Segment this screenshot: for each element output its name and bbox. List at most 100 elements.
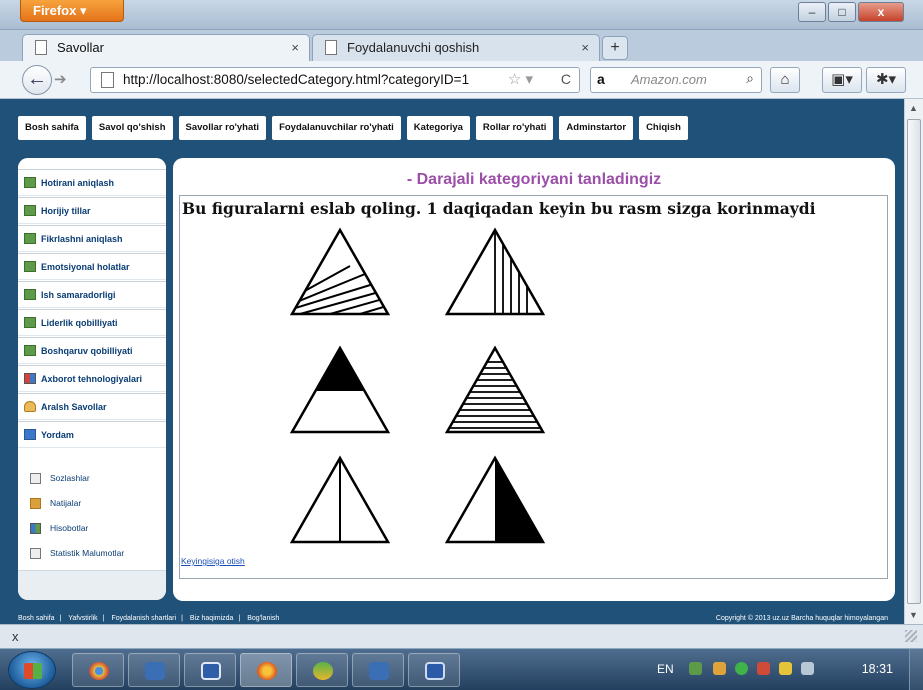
footer-link-yafvstirlik[interactable]: Yafvstirlik — [68, 615, 97, 622]
sidebar-item-sozlashlar[interactable]: Sozlashlar — [18, 467, 166, 491]
network-icon[interactable] — [689, 662, 702, 675]
taskbar-eclipse[interactable] — [296, 653, 348, 687]
menu-kategoriya[interactable]: Kategoriya — [406, 116, 470, 140]
triangle-filled-top-icon — [289, 345, 391, 434]
menu-savollar-royhati[interactable]: Savollar ro'yhati — [178, 116, 267, 140]
forward-button[interactable]: ➔ — [54, 69, 80, 91]
scroll-up-icon[interactable]: ▲ — [909, 103, 918, 113]
sidebar-item-label: Liderlik qobilliyati — [41, 318, 118, 328]
sidebar-item-liderlik-qobilliyati[interactable]: Liderlik qobilliyati — [18, 309, 166, 336]
start-button[interactable] — [8, 651, 56, 689]
menu-bosh-sahifa[interactable]: Bosh sahifa — [18, 116, 86, 140]
sidebar-item-label: Statistik Malumotlar — [50, 548, 125, 558]
back-button[interactable]: ← — [22, 65, 52, 95]
person-icon — [24, 401, 36, 412]
close-tab-icon[interactable]: × — [581, 40, 589, 55]
new-tab-button[interactable]: + — [602, 36, 628, 60]
sidebar-item-hotirani-aniqlash[interactable]: Hotirani aniqlash — [18, 169, 166, 196]
page-footer: Bosh sahifa | Yafvstirlik | Foydalanish sh… — [18, 615, 888, 622]
security-icon[interactable] — [757, 662, 770, 675]
taskbar-chrome[interactable] — [72, 653, 124, 687]
close-tab-icon[interactable]: × — [291, 40, 299, 55]
page-title: - Darajali kategoriyani tanladingiz — [406, 171, 662, 188]
menu-savol-qoshish[interactable]: Savol qo'shish — [91, 116, 173, 140]
menu-adminstartor[interactable]: Adminstartor — [559, 116, 634, 140]
taskbar-save[interactable] — [184, 653, 236, 687]
footer-link-bosh-sahifa[interactable]: Bosh sahifa — [18, 615, 55, 622]
tray-app-icon[interactable] — [713, 662, 726, 675]
search-bar[interactable]: a Amazon.com ⌕ — [590, 67, 762, 93]
sidebar-item-natijalar[interactable]: Natijalar — [18, 492, 166, 516]
sidebar-item-label: Emotsiyonal holatlar — [41, 262, 130, 272]
maximize-button[interactable]: □ — [828, 2, 856, 22]
taskbar-app[interactable] — [128, 653, 180, 687]
table-icon — [24, 317, 36, 328]
menu-chiqish[interactable]: Chiqish — [639, 116, 688, 140]
window-titlebar: Firefox ▾ – □ x — [0, 0, 923, 30]
bookmark-star-icon[interactable]: ☆ ▾ — [508, 70, 533, 88]
figures-image — [289, 227, 546, 544]
triangle-horizontal-stripes-icon — [444, 345, 546, 434]
sidebar-item-axborot-tehnologiyalari[interactable]: Axborot tehnologiyalari — [18, 365, 166, 392]
footer-link-biz-haqimizda[interactable]: Biz haqimizda — [190, 615, 234, 622]
vertical-scrollbar[interactable]: ▲ ▼ — [904, 99, 923, 624]
sidebar-item-emotsiyonal-holatlar[interactable]: Emotsiyonal holatlar — [18, 253, 166, 280]
close-window-button[interactable]: x — [858, 2, 904, 22]
sidebar-footer — [18, 570, 166, 600]
settings-icon — [30, 473, 41, 484]
next-question-link[interactable]: Keyingisiga otish — [181, 556, 245, 566]
taskbar-app-2[interactable] — [352, 653, 404, 687]
sidebar-item-fikrlashni-aniqlash[interactable]: Fikrlashni aniqlash — [18, 225, 166, 252]
scroll-down-icon[interactable]: ▼ — [909, 610, 918, 620]
navigation-bar: ← ➔ http://localhost:8080/selectedCatego… — [0, 61, 923, 99]
clock[interactable]: 18:31 — [862, 662, 893, 676]
tab-savollar[interactable]: Savollar × — [22, 34, 310, 61]
page-icon — [325, 40, 337, 55]
sidebar-item-boshqaruv-qobilliyati[interactable]: Boshqaruv qobilliyati — [18, 337, 166, 364]
bookmarks-button[interactable]: ▣▾ — [822, 67, 862, 93]
sidebar-item-yordam[interactable]: Yordam — [18, 421, 166, 448]
sidebar-item-horijiy-tillar[interactable]: Horijiy tillar — [18, 197, 166, 224]
search-placeholder: Amazon.com — [631, 72, 707, 87]
sidebar-item-label: Ish samaradorligi — [41, 290, 116, 300]
amazon-icon[interactable]: a — [597, 71, 605, 87]
menu-rollar-royhati[interactable]: Rollar ro'yhati — [475, 116, 554, 140]
app-icon — [369, 662, 389, 680]
sidebar-item-aralsh-savollar[interactable]: Aralsh Savollar — [18, 393, 166, 420]
page-viewport: Bosh sahifa Savol qo'shish Savollar ro'y… — [0, 99, 904, 624]
footer-link-boglanish[interactable]: Bog'lanish — [247, 615, 279, 622]
page-icon — [35, 40, 47, 55]
language-indicator[interactable]: EN — [657, 662, 674, 676]
url-bar[interactable]: http://localhost:8080/selectedCategory.h… — [90, 67, 580, 93]
app-icon — [145, 662, 165, 680]
search-icon[interactable]: ⌕ — [746, 70, 754, 87]
report-icon — [30, 523, 41, 534]
sidebar-item-ish-samaradorligi[interactable]: Ish samaradorligi — [18, 281, 166, 308]
triangle-half-filled-icon — [444, 455, 546, 544]
sidebar-item-label: Hisobotlar — [50, 523, 89, 533]
table-icon — [24, 261, 36, 272]
volume-icon[interactable] — [801, 662, 814, 675]
menu-foydalanuvchilar-royhati[interactable]: Foydalanuvchilar ro'yhati — [272, 116, 401, 140]
firefox-icon — [257, 662, 277, 680]
sidebar-item-hisobotlar[interactable]: Hisobotlar — [18, 517, 166, 541]
keyboard-icon[interactable] — [779, 662, 792, 675]
firefox-menu-button[interactable]: Firefox ▾ — [20, 0, 124, 22]
addon-button[interactable]: ✱▾ — [866, 67, 906, 93]
home-button[interactable]: ⌂ — [770, 67, 800, 93]
sidebar-item-statistik-malumotlar[interactable]: Statistik Malumotlar — [18, 542, 166, 566]
tab-foydalanuvchi-qoshish[interactable]: Foydalanuvchi qoshish × — [312, 34, 600, 61]
sidebar-item-label: Boshqaruv qobilliyati — [41, 346, 133, 356]
resize-grip-icon[interactable] — [905, 630, 917, 642]
show-desktop-button[interactable] — [909, 649, 923, 690]
scrollbar-thumb[interactable] — [907, 119, 921, 604]
taskbar-firefox[interactable] — [240, 653, 292, 687]
taskbar-word[interactable] — [408, 653, 460, 687]
close-addon-bar-icon[interactable]: x — [12, 629, 19, 644]
sidebar: Hotirani aniqlash Horijiy tillar Fikrlas… — [18, 158, 166, 600]
minimize-button[interactable]: – — [798, 2, 826, 22]
tab-strip: Savollar × Foydalanuvchi qoshish × + — [0, 30, 923, 61]
reload-icon[interactable]: C — [561, 71, 571, 87]
footer-link-foydalanish-shartlari[interactable]: Foydalanish shartlari — [111, 615, 176, 622]
check-icon[interactable] — [735, 662, 748, 675]
